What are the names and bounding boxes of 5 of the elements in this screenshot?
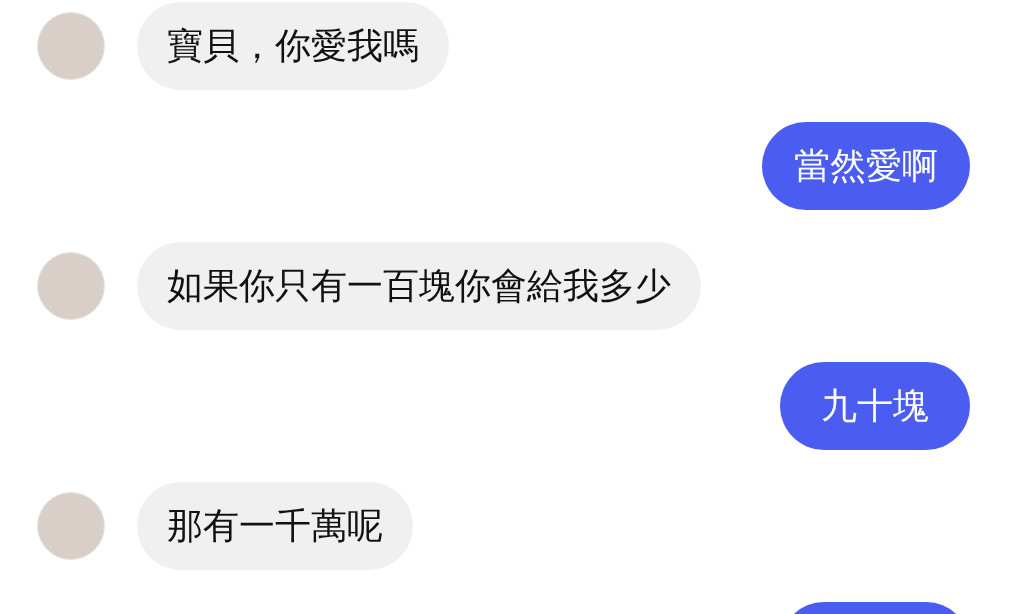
chat-bubble: 九十塊	[780, 362, 970, 450]
chat-bubble: 如果你只有一百塊你會給我多少	[137, 242, 701, 330]
chat-bubble: 寶貝，你愛我嗎	[137, 2, 449, 90]
chat-bubble: 當然愛啊	[762, 122, 970, 210]
chat-bubble: 那有一千萬呢	[137, 482, 413, 570]
